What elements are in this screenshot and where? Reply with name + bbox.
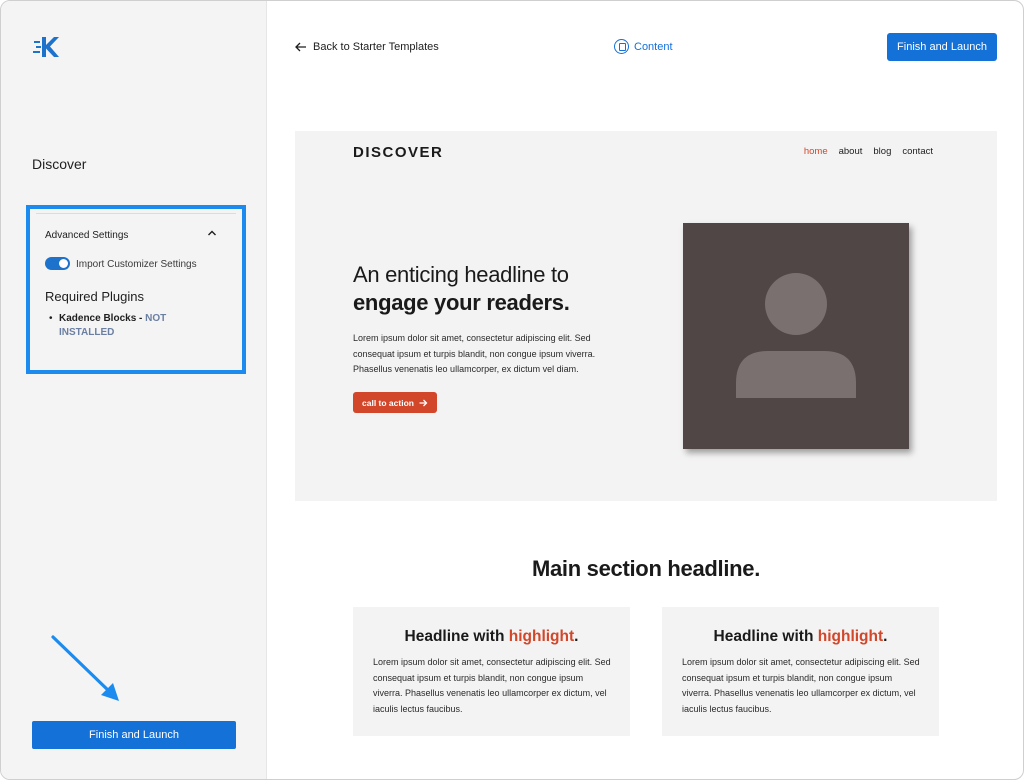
card-title: Headline with highlight.	[662, 628, 939, 646]
hero-headline-line2: engage your readers.	[353, 290, 570, 315]
card-title-prefix: Headline with	[404, 628, 509, 645]
cta-label: call to action	[362, 397, 414, 408]
sidebar: Discover Advanced Settings Import Custom…	[1, 1, 267, 779]
sidebar-finish-launch-button[interactable]: Finish and Launch	[32, 721, 236, 749]
kadence-logo-icon	[33, 37, 59, 57]
plugin-list-item: • Kadence Blocks - NOT INSTALLED	[49, 312, 219, 340]
required-plugins-title: Required Plugins	[45, 289, 145, 304]
feature-card: Headline with highlight. Lorem ipsum dol…	[662, 607, 939, 736]
hero-image	[683, 223, 909, 449]
card-title-highlight: highlight	[508, 628, 575, 645]
plugin-name: Kadence Blocks	[59, 313, 137, 324]
card-title-prefix: Headline with	[713, 628, 818, 645]
arrow-left-icon	[295, 42, 306, 52]
bullet: •	[49, 313, 53, 324]
template-preview-hero: DISCOVER home about blog contact An enti…	[295, 131, 997, 501]
main-section-headline: Main section headline.	[531, 556, 761, 581]
arrow-right-icon	[419, 399, 428, 406]
preview-nav: home about blog contact	[804, 146, 933, 157]
content-tab[interactable]: Content	[614, 39, 673, 54]
chevron-up-icon[interactable]	[206, 227, 218, 239]
card-body: Lorem ipsum dolor sit amet, consectetur …	[373, 657, 611, 714]
advanced-settings-title[interactable]: Advanced Settings	[45, 230, 128, 241]
preview-logo: DISCOVER	[353, 144, 444, 161]
app-window: Discover Advanced Settings Import Custom…	[0, 0, 1024, 780]
card-title: Headline with highlight.	[353, 628, 630, 646]
feature-card: Headline with highlight. Lorem ipsum dol…	[353, 607, 630, 736]
preview-nav-blog[interactable]: blog	[873, 146, 891, 157]
top-finish-launch-button[interactable]: Finish and Launch	[887, 33, 997, 61]
site-name: Discover	[32, 156, 87, 172]
hero-body-text: Lorem ipsum dolor sit amet, consectetur …	[353, 333, 596, 374]
cta-button[interactable]: call to action	[353, 392, 437, 413]
back-link-label: Back to Starter Templates	[313, 41, 439, 53]
person-placeholder-icon	[736, 273, 856, 398]
toggle-knob	[59, 259, 68, 268]
card-title-highlight: highlight	[817, 628, 884, 645]
toggle-label: Import Customizer Settings	[76, 259, 197, 270]
card-title-suffix: .	[574, 628, 579, 645]
import-customizer-toggle[interactable]	[45, 257, 70, 270]
annotation-arrow-icon	[51, 635, 119, 701]
preview-nav-contact[interactable]: contact	[902, 146, 933, 157]
content-icon	[614, 39, 629, 54]
preview-nav-about[interactable]: about	[839, 146, 863, 157]
divider	[36, 213, 236, 214]
plugin-separator: -	[136, 313, 146, 324]
advanced-settings-panel: Advanced Settings Import Customizer Sett…	[26, 205, 246, 374]
back-to-templates-link[interactable]: Back to Starter Templates	[295, 41, 439, 53]
card-title-suffix: .	[883, 628, 888, 645]
card-body: Lorem ipsum dolor sit amet, consectetur …	[682, 657, 920, 714]
hero-headline-line1: An enticing headline to	[353, 262, 569, 287]
preview-nav-home[interactable]: home	[804, 146, 828, 157]
content-label: Content	[634, 40, 673, 53]
